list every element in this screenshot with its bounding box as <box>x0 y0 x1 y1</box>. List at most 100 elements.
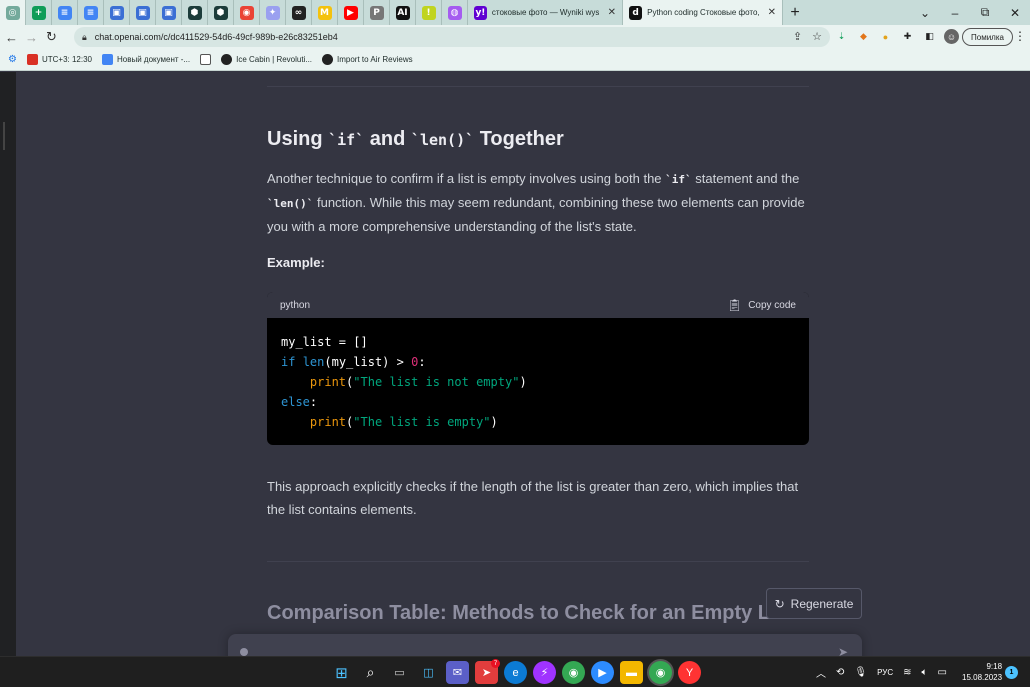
tab-shield-1[interactable]: ⬢ <box>182 0 208 25</box>
tab-python-coding[interactable]: d Python coding Стоковые фото, в ✕ <box>623 0 783 25</box>
reload-icon[interactable]: ↻ <box>43 29 60 45</box>
search-icon[interactable]: ⌕ <box>359 661 382 684</box>
battery-icon[interactable]: ▭ <box>938 667 947 678</box>
yandex-icon[interactable]: Y <box>678 661 701 684</box>
bookmark-mm[interactable] <box>200 54 212 65</box>
inline-code: `len()` <box>267 197 314 210</box>
code-token: my_list = [] <box>281 335 368 349</box>
metamask-icon[interactable]: ◆ <box>856 29 871 44</box>
language-indicator[interactable]: РУС <box>877 668 893 677</box>
sidepanel-icon[interactable]: ◧ <box>922 29 937 44</box>
extension-icon[interactable]: ● <box>878 29 893 44</box>
sidebar-collapsed[interactable] <box>0 72 16 656</box>
send-icon[interactable]: ➤ <box>838 645 848 656</box>
bookmark-doc[interactable]: Новый документ -... <box>102 54 190 65</box>
target-icon: ◉ <box>239 5 254 20</box>
messenger-icon[interactable]: ⚡ <box>533 661 556 684</box>
close-icon[interactable]: ✕ <box>768 7 776 18</box>
edge-icon[interactable]: e <box>504 661 527 684</box>
bookmark-favicon <box>221 54 233 65</box>
code-body[interactable]: my_list = [] if len(my_list) > 0: print(… <box>267 318 809 432</box>
teams-chat-icon[interactable]: ✉ <box>446 661 469 684</box>
clock[interactable]: 9:18 15.08.2023 <box>962 661 1002 683</box>
clock-time: 9:18 <box>986 662 1003 671</box>
tab-target[interactable]: ◉ <box>234 0 260 25</box>
restore-button[interactable]: ⧉ <box>970 5 1000 20</box>
tab-sheets[interactable]: + <box>26 0 52 25</box>
tab-title: Python coding Стоковые фото, в <box>647 8 759 17</box>
bookmark-air-reviews[interactable]: Import to Air Reviews <box>322 54 413 65</box>
volume-icon[interactable]: 🔈︎ <box>922 667 928 678</box>
url-text[interactable]: chat.openai.com/c/dc411529-54d6-49cf-989… <box>95 32 338 42</box>
shield-icon: ⬢ <box>187 5 202 20</box>
sparkle-icon: ✦ <box>265 5 280 20</box>
sync-icon[interactable]: ⟲ <box>836 667 844 678</box>
tab-gmail[interactable]: M <box>312 0 338 25</box>
tab-sparkle[interactable]: ✦ <box>260 0 286 25</box>
profile-error-button[interactable]: Помилка <box>962 28 1013 46</box>
telegram-icon[interactable]: ➤ 7 <box>475 659 500 684</box>
text: Another technique to confirm if a list i… <box>267 171 666 186</box>
tab-pinterest[interactable]: P <box>364 0 390 25</box>
regenerate-button[interactable]: ↻ Regenerate <box>766 588 862 619</box>
sheets-icon: + <box>31 5 46 20</box>
share-icon[interactable]: ⇪ <box>793 30 802 43</box>
notification-count[interactable]: 1 <box>1005 666 1018 679</box>
new-tab-button[interactable]: + <box>783 4 807 22</box>
bookmark-star-icon[interactable]: ☆ <box>812 30 822 43</box>
tab-shield-2[interactable]: ⬢ <box>208 0 234 25</box>
forward-icon[interactable]: → <box>23 30 40 45</box>
message-input[interactable]: ➤ <box>228 634 862 656</box>
tab-bulb[interactable]: ! <box>416 0 442 25</box>
microphone-icon[interactable]: 🎙︎ <box>854 667 867 678</box>
chrome-active-icon[interactable]: ◉ <box>649 661 672 684</box>
copy-code-button[interactable]: 📋︎ Copy code <box>727 298 796 312</box>
tab-search-icon[interactable]: ⌄ <box>910 6 940 20</box>
extension-download-icon[interactable]: ⇣ <box>834 29 849 44</box>
tab-circle[interactable]: ◍ <box>442 0 468 25</box>
notification-badge: 7 <box>491 659 500 668</box>
tab-app-1[interactable]: ▣ <box>104 0 130 25</box>
tab-docs-1[interactable]: ≡ <box>52 0 78 25</box>
code-token: "The list is empty" <box>353 415 491 429</box>
menu-icon[interactable]: ⋮ <box>1014 29 1026 43</box>
bookmark-favicon <box>200 54 212 65</box>
tab-app-3[interactable]: ▣ <box>156 0 182 25</box>
code-line: else: <box>281 392 809 412</box>
divider <box>267 86 809 87</box>
sidebar-handle[interactable] <box>3 122 5 150</box>
task-view-icon[interactable]: ▭ <box>388 661 411 684</box>
tab-app-2[interactable]: ▣ <box>130 0 156 25</box>
lock-icon[interactable]: 🔒︎ <box>82 32 87 43</box>
zoom-icon[interactable]: ▶ <box>591 661 614 684</box>
close-icon[interactable]: ✕ <box>608 7 616 18</box>
widgets-icon[interactable]: ◫ <box>417 661 440 684</box>
code-token: : <box>309 395 318 409</box>
tab-youtube[interactable]: ▶ <box>338 0 364 25</box>
puzzle-icon[interactable]: ✚ <box>900 29 915 44</box>
url-field[interactable]: 🔒︎ chat.openai.com/c/dc411529-54d6-49cf-… <box>74 27 830 47</box>
chrome-icon[interactable]: ◉ <box>562 661 585 684</box>
wifi-icon[interactable]: ≋ <box>903 667 911 678</box>
avatar[interactable]: ☺ <box>944 29 959 44</box>
ai-icon: AI <box>395 5 410 20</box>
apps-icon[interactable]: ⚙ <box>8 54 17 65</box>
minimize-button[interactable]: – <box>940 6 970 20</box>
file-explorer-icon[interactable]: ▬ <box>620 661 643 684</box>
circle-icon: ◍ <box>447 5 462 20</box>
tab-glasses[interactable]: ∞ <box>286 0 312 25</box>
code-token: print <box>309 375 347 389</box>
windows-start-icon[interactable]: ⊞ <box>330 661 353 684</box>
bookmark-revolut[interactable]: Ice Cabin | Revoluti... <box>221 54 312 65</box>
code-line: print("The list is not empty") <box>309 375 527 389</box>
section-heading: Using `if` and `len()` Together <box>267 128 564 151</box>
heading-code: `if` <box>328 131 365 149</box>
back-icon[interactable]: ← <box>3 30 20 45</box>
bookmark-utc[interactable]: UTC+3: 12:30 <box>26 54 92 65</box>
tab-yahoo[interactable]: y! стоковые фото — Wyniki wyszu ✕ <box>468 0 623 25</box>
tab-ai[interactable]: AI <box>390 0 416 25</box>
tab-chatgpt[interactable]: ◎ <box>0 0 26 25</box>
tab-docs-2[interactable]: ≡ <box>78 0 104 25</box>
close-window-button[interactable]: ✕ <box>1000 6 1030 20</box>
chevron-up-icon[interactable]: ︿ <box>816 665 826 680</box>
